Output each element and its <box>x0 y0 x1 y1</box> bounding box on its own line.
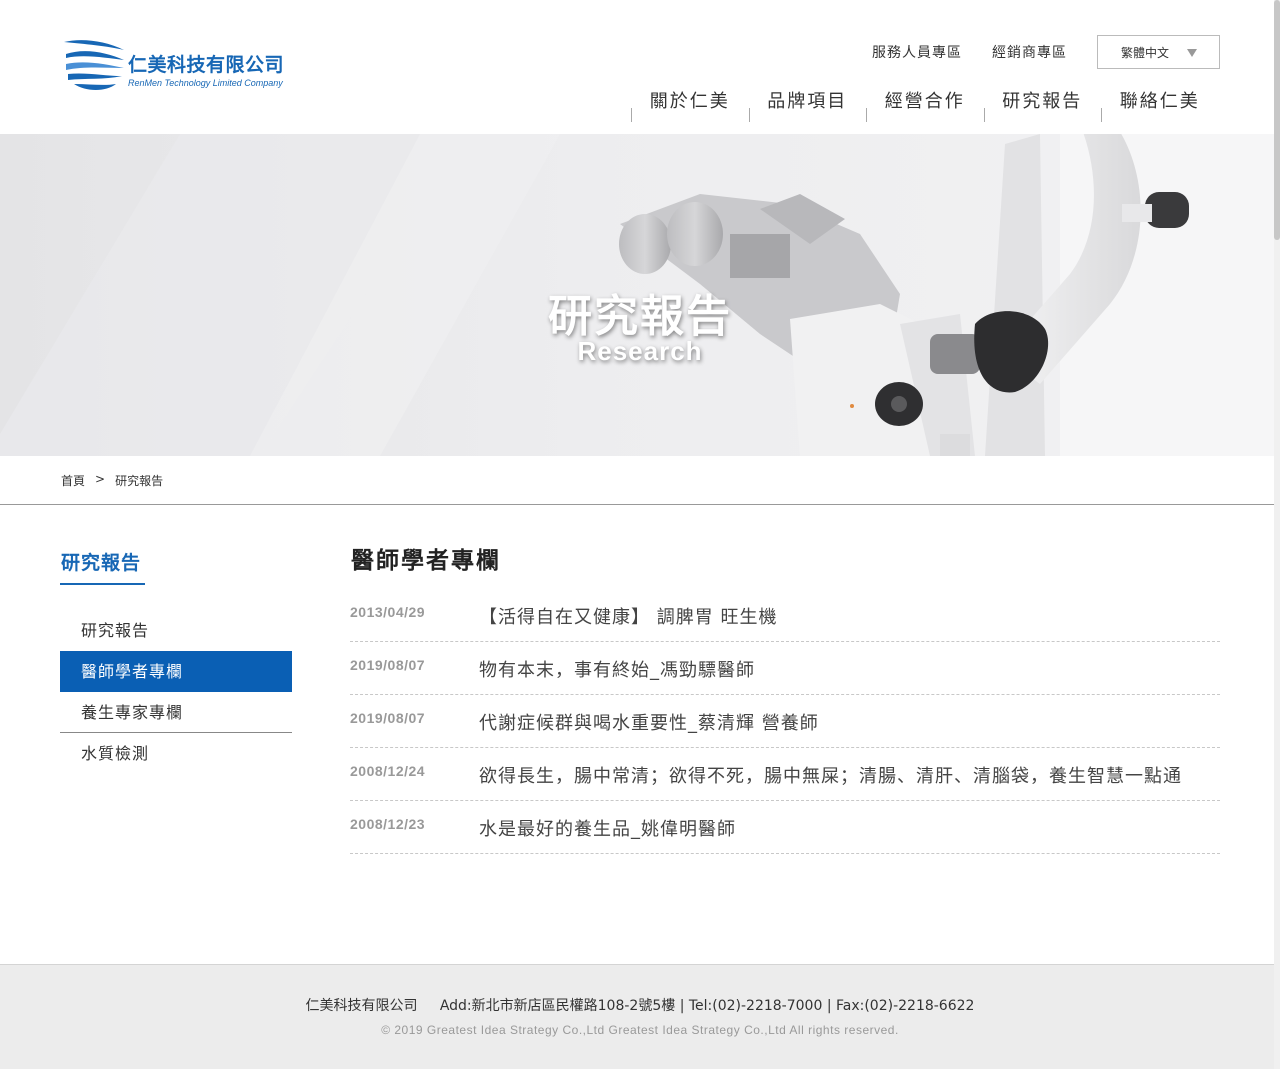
article-date: 2013/04/29 <box>350 604 426 620</box>
nav-brands[interactable]: 品牌項目 <box>748 84 867 124</box>
article-date: 2019/08/07 <box>350 710 426 726</box>
footer-fax: Fax:(02)-2218-6622 <box>835 998 975 1014</box>
footer-contact-line: 仁美科技有限公司 Add:新北市新店區民權路108-2號5樓 | Tel:(02… <box>305 998 975 1014</box>
service-staff-link[interactable]: 服務人員專區 <box>872 42 962 62</box>
article-title-link[interactable]: 物有本末，事有終始_馮勁驃醫師 <box>479 656 1215 682</box>
article-list: 2013/04/29 【活得自在又健康】 調脾胃 旺生機 2019/08/07 … <box>350 589 1220 854</box>
triangle-down-icon <box>1187 49 1197 57</box>
article-row[interactable]: 2008/12/23 水是最好的養生品_姚偉明醫師 <box>350 801 1220 854</box>
breadcrumb-current[interactable]: 研究報告 <box>115 472 163 489</box>
sidebar-title: 研究報告 <box>61 552 142 574</box>
breadcrumb-bar: 首頁 > 研究報告 <box>0 456 1280 505</box>
article-row[interactable]: 2008/12/24 欲得長生，腸中常清；欲得不死，腸中無屎；清腸、清肝、清腦袋… <box>350 748 1220 801</box>
article-title-link[interactable]: 水是最好的養生品_姚偉明醫師 <box>479 815 1215 841</box>
sidebar-menu: 研究報告 醫師學者專欄 養生專家專欄 水質檢測 <box>60 610 292 774</box>
scrollbar-thumb[interactable] <box>1274 0 1280 240</box>
logo-company-subtitle: RenMen Technology Limited Company <box>128 78 283 88</box>
sidebar-item-research[interactable]: 研究報告 <box>60 610 292 651</box>
dealer-link[interactable]: 經銷商專區 <box>992 42 1067 62</box>
sidebar-item-doctor-column[interactable]: 醫師學者專欄 <box>60 651 292 692</box>
article-title-link[interactable]: 【活得自在又健康】 調脾胃 旺生機 <box>479 603 1215 629</box>
nav-research[interactable]: 研究報告 <box>983 84 1102 124</box>
article-row[interactable]: 2013/04/29 【活得自在又健康】 調脾胃 旺生機 <box>350 589 1220 642</box>
sidebar-item-health-expert-column[interactable]: 養生專家專欄 <box>60 692 292 733</box>
breadcrumb: 首頁 > 研究報告 <box>61 472 163 489</box>
wave-logo-icon <box>64 40 124 90</box>
footer-company: 仁美科技有限公司 <box>305 998 418 1014</box>
article-date: 2019/08/07 <box>350 657 426 673</box>
top-links: 服務人員專區 經銷商專區 繁體中文 <box>872 35 1220 69</box>
article-date: 2008/12/24 <box>350 763 426 779</box>
nav-contact[interactable]: 聯絡仁美 <box>1101 84 1219 124</box>
footer-address: Add:新北市新店區民權路108-2號5樓 <box>439 998 676 1014</box>
banner-title: 研究報告 <box>548 291 732 342</box>
nav-about[interactable]: 關於仁美 <box>631 84 749 124</box>
article-title-link[interactable]: 欲得長生，腸中常清；欲得不死，腸中無屎；清腸、清肝、清腦袋，養生智慧一點通 <box>479 762 1215 788</box>
article-date: 2008/12/23 <box>350 816 426 832</box>
sidebar-item-water-test[interactable]: 水質檢測 <box>60 733 292 774</box>
footer-copyright: © 2019 Greatest Idea Strategy Co.,Ltd Gr… <box>381 1023 899 1037</box>
language-select[interactable]: 繁體中文 <box>1097 35 1220 69</box>
company-logo[interactable]: 仁美科技有限公司 RenMen Technology Limited Compa… <box>60 38 300 94</box>
article-row[interactable]: 2019/08/07 代謝症候群與喝水重要性_蔡清輝 營養師 <box>350 695 1220 748</box>
logo-company-name: 仁美科技有限公司 <box>128 54 285 76</box>
site-header: 仁美科技有限公司 RenMen Technology Limited Compa… <box>0 0 1280 134</box>
breadcrumb-separator: > <box>95 472 106 486</box>
banner-subtitle: Research <box>577 336 703 366</box>
site-footer: 仁美科技有限公司 Add:新北市新店區民權路108-2號5樓 | Tel:(02… <box>0 964 1280 1069</box>
main-nav: 關於仁美 品牌項目 經營合作 研究報告 聯絡仁美 <box>631 84 1219 124</box>
footer-tel: Tel:(02)-2218-7000 <box>688 998 823 1014</box>
language-label: 繁體中文 <box>1121 45 1170 60</box>
article-title-link[interactable]: 代謝症候群與喝水重要性_蔡清輝 營養師 <box>479 709 1215 735</box>
breadcrumb-home[interactable]: 首頁 <box>61 472 85 489</box>
sidebar-title-underline <box>60 583 145 585</box>
article-row[interactable]: 2019/08/07 物有本末，事有終始_馮勁驃醫師 <box>350 642 1220 695</box>
nav-cooperation[interactable]: 經營合作 <box>866 84 984 124</box>
page-banner: 研究報告 Research <box>0 134 1280 456</box>
page-scrollbar[interactable] <box>1274 0 1280 1069</box>
page-title: 醫師學者專欄 <box>351 548 501 574</box>
